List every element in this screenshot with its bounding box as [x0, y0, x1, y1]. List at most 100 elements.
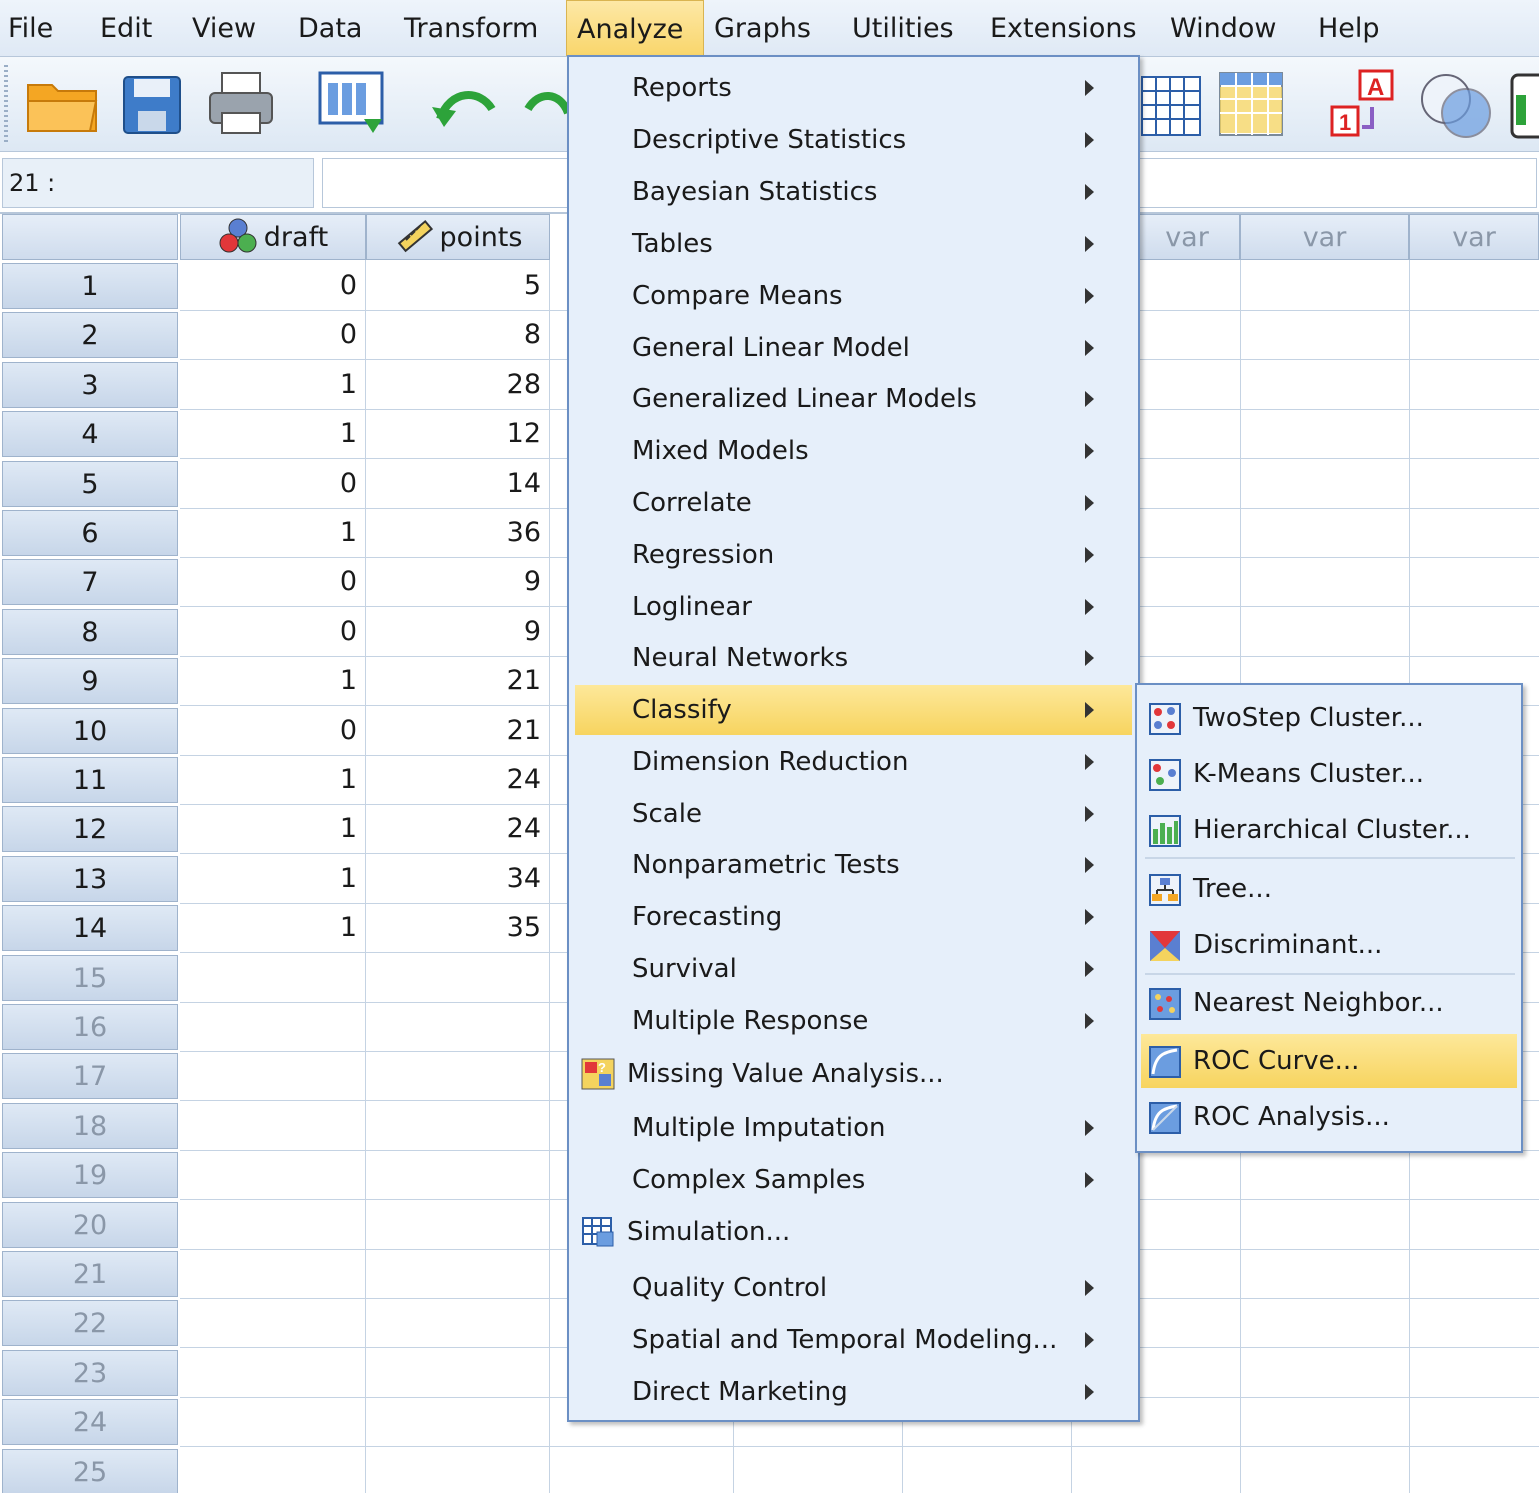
row-header[interactable]: 9 [2, 658, 178, 705]
cell-points[interactable]: 24 [366, 757, 549, 803]
cell-draft[interactable]: 0 [180, 263, 365, 309]
row-header[interactable]: 23 [2, 1349, 178, 1396]
menu-item-generalized-linear-models[interactable]: Generalized Linear Models [575, 374, 1132, 424]
cell-points[interactable]: 8 [366, 312, 549, 358]
cell-points[interactable]: 9 [366, 609, 549, 655]
menu-utilities[interactable]: Utilities [844, 0, 962, 56]
menu-item-direct-marketing[interactable]: Direct Marketing [575, 1367, 1132, 1417]
row-header[interactable]: 24 [2, 1399, 178, 1446]
menu-item-dimension-reduction[interactable]: Dimension Reduction [575, 737, 1132, 787]
submenu-item-twostep-cluster[interactable]: TwoStep Cluster... [1141, 691, 1517, 745]
menu-item-quality-control[interactable]: Quality Control [575, 1263, 1132, 1313]
submenu-item-roc-analysis[interactable]: ROC Analysis... [1141, 1090, 1517, 1144]
row-header[interactable]: 6 [2, 510, 178, 556]
row-header[interactable]: 16 [2, 1004, 178, 1050]
menu-analyze[interactable]: Analyze [566, 0, 704, 56]
row-header[interactable]: 10 [2, 707, 178, 754]
menu-item-correlate[interactable]: Correlate [575, 478, 1132, 528]
row-header[interactable]: 22 [2, 1300, 178, 1347]
submenu-item-tree[interactable]: Tree... [1141, 862, 1517, 916]
cell-draft[interactable]: 1 [180, 510, 365, 556]
value-labels-icon[interactable]: A 1 [1330, 67, 1406, 141]
cell-draft[interactable]: 1 [180, 411, 365, 457]
row-header[interactable]: 17 [2, 1053, 178, 1100]
menu-item-regression[interactable]: Regression [575, 530, 1132, 580]
menu-item-multiple-imputation[interactable]: Multiple Imputation [575, 1103, 1132, 1153]
cell-draft[interactable]: 0 [180, 609, 365, 655]
column-header-var[interactable]: var [1134, 214, 1240, 260]
cell-points[interactable]: 14 [366, 461, 549, 507]
goto-variable-icon[interactable] [1218, 69, 1286, 141]
toolbar-grip[interactable] [4, 65, 8, 143]
row-header[interactable]: 3 [2, 361, 178, 408]
menu-file[interactable]: File [0, 0, 61, 56]
save-icon[interactable] [120, 73, 184, 137]
cell-draft[interactable]: 1 [180, 658, 365, 704]
menu-data[interactable]: Data [290, 0, 370, 56]
menu-help[interactable]: Help [1310, 0, 1388, 56]
submenu-item-roc-curve[interactable]: ROC Curve... [1141, 1034, 1517, 1088]
open-folder-icon[interactable] [24, 71, 100, 137]
submenu-item-hierarchical-cluster[interactable]: Hierarchical Cluster... [1141, 803, 1517, 857]
column-header-var[interactable]: var [1240, 214, 1409, 260]
cell-points[interactable]: 21 [366, 708, 549, 754]
cell-draft[interactable]: 0 [180, 559, 365, 605]
row-header[interactable]: 19 [2, 1152, 178, 1199]
menu-graphs[interactable]: Graphs [706, 0, 819, 56]
cell-points[interactable]: 34 [366, 856, 549, 902]
row-header[interactable]: 8 [2, 608, 178, 655]
goto-case-icon[interactable] [1140, 71, 1204, 141]
cell-points[interactable]: 9 [366, 559, 549, 605]
menu-item-tables[interactable]: Tables [575, 219, 1132, 269]
menu-item-reports[interactable]: Reports [575, 63, 1132, 113]
menu-item-multiple-response[interactable]: Multiple Response [575, 996, 1132, 1046]
row-header[interactable]: 1 [2, 263, 178, 309]
row-header[interactable]: 25 [2, 1448, 178, 1493]
row-header[interactable]: 18 [2, 1102, 178, 1149]
cell-points[interactable]: 35 [366, 905, 549, 951]
menu-item-missing-value-analysis[interactable]: ? Missing Value Analysis... [575, 1049, 1132, 1099]
menu-item-mixed-models[interactable]: Mixed Models [575, 426, 1132, 476]
undo-icon[interactable] [430, 79, 500, 135]
submenu-item-nearest-neighbor[interactable]: Nearest Neighbor... [1141, 976, 1517, 1030]
menu-edit[interactable]: Edit [92, 0, 160, 56]
cell-points[interactable]: 12 [366, 411, 549, 457]
cell-points[interactable]: 36 [366, 510, 549, 556]
more-toolbar-icon[interactable] [1508, 71, 1539, 141]
menu-item-scale[interactable]: Scale [575, 789, 1132, 839]
row-header[interactable]: 21 [2, 1251, 178, 1297]
menu-item-neural-networks[interactable]: Neural Networks [575, 633, 1132, 683]
cell-draft[interactable]: 1 [180, 905, 365, 951]
menu-item-simulation[interactable]: Simulation... [575, 1207, 1132, 1257]
submenu-item-discriminant[interactable]: Discriminant... [1141, 918, 1517, 972]
menu-item-complex-samples[interactable]: Complex Samples [575, 1155, 1132, 1205]
cell-points[interactable]: 21 [366, 658, 549, 704]
row-header[interactable]: 5 [2, 460, 178, 507]
cell-points[interactable]: 5 [366, 263, 549, 309]
menu-item-classify[interactable]: Classify [575, 685, 1132, 735]
row-header[interactable]: 2 [2, 312, 178, 359]
cell-points[interactable]: 24 [366, 806, 549, 852]
cell-draft[interactable]: 0 [180, 312, 365, 358]
row-header[interactable]: 20 [2, 1201, 178, 1248]
row-header[interactable]: 15 [2, 954, 178, 1001]
column-header-draft[interactable]: draft [180, 214, 366, 260]
redo-icon[interactable] [520, 79, 570, 135]
menu-item-descriptive-statistics[interactable]: Descriptive Statistics [575, 115, 1132, 165]
column-header-points[interactable]: points [366, 214, 550, 260]
use-sets-icon[interactable] [1418, 67, 1494, 143]
cell-draft[interactable]: 0 [180, 461, 365, 507]
row-header[interactable]: 11 [2, 757, 178, 803]
menu-item-compare-means[interactable]: Compare Means [575, 271, 1132, 321]
menu-transform[interactable]: Transform [396, 0, 546, 56]
menu-item-bayesian-statistics[interactable]: Bayesian Statistics [575, 167, 1132, 217]
row-header[interactable]: 4 [2, 411, 178, 458]
menu-extensions[interactable]: Extensions [982, 0, 1145, 56]
row-header[interactable]: 12 [2, 806, 178, 853]
menu-item-spatial-and-temporal-modeling[interactable]: Spatial and Temporal Modeling... [575, 1315, 1132, 1365]
menu-item-nonparametric-tests[interactable]: Nonparametric Tests [575, 840, 1132, 890]
cell-points[interactable]: 28 [366, 362, 549, 408]
cell-draft[interactable]: 1 [180, 806, 365, 852]
menu-item-general-linear-model[interactable]: General Linear Model [575, 323, 1132, 373]
grid-corner[interactable] [2, 214, 178, 260]
